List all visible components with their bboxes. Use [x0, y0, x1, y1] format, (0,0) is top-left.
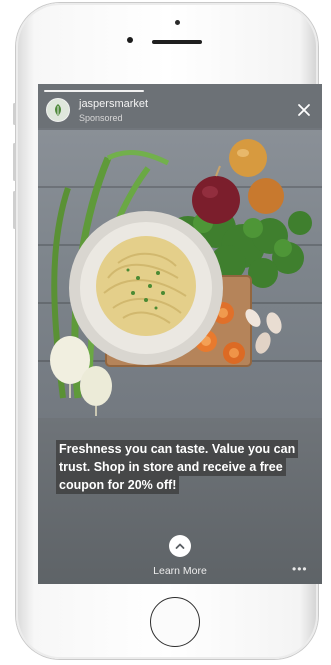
- story-progress-bar: [44, 90, 144, 92]
- sponsored-label: Sponsored: [79, 113, 123, 123]
- home-button[interactable]: [150, 597, 200, 647]
- learn-more-label[interactable]: Learn More: [138, 565, 222, 577]
- close-button[interactable]: [296, 102, 312, 118]
- avatar[interactable]: [46, 98, 70, 122]
- ad-photo[interactable]: [38, 128, 322, 418]
- mute-switch: [13, 103, 16, 125]
- leaf-icon: [55, 104, 61, 116]
- volume-down-button: [13, 191, 16, 229]
- earpiece-speaker: [152, 40, 202, 44]
- front-camera: [175, 20, 180, 25]
- story-screen: jaspersmarket Sponsored Freshness you ca…: [38, 84, 322, 584]
- learn-more-button[interactable]: [169, 535, 191, 557]
- proximity-sensor: [127, 37, 133, 43]
- food-illustration: [50, 139, 312, 416]
- close-icon: [298, 104, 310, 116]
- account-name[interactable]: jaspersmarket: [79, 98, 148, 110]
- chevron-up-icon: [175, 543, 185, 549]
- ad-caption-text: Freshness you can taste. Value you can t…: [56, 440, 299, 494]
- ad-caption: Freshness you can taste. Value you can t…: [56, 440, 306, 494]
- more-options-button[interactable]: •••: [292, 562, 308, 576]
- volume-up-button: [13, 143, 16, 181]
